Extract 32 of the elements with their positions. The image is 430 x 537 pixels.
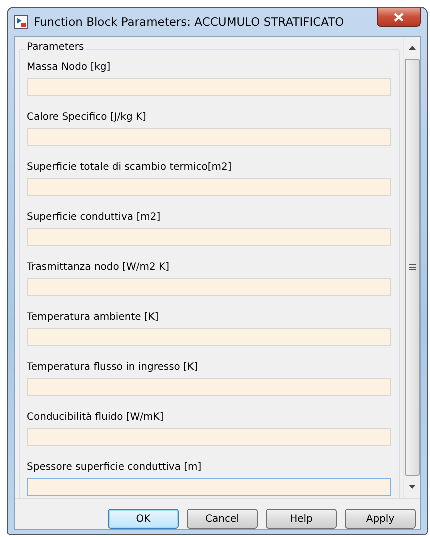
close-icon bbox=[394, 12, 404, 22]
scrollbar[interactable] bbox=[403, 37, 420, 498]
apply-button[interactable]: Apply bbox=[345, 509, 416, 529]
app-icon bbox=[14, 15, 28, 29]
scroll-thumb[interactable] bbox=[404, 59, 420, 476]
grip-icon bbox=[408, 264, 416, 271]
field-label: Calore Specifico [J/kg K] bbox=[27, 112, 148, 123]
field-label: Temperatura flusso in ingresso [K] bbox=[27, 362, 199, 373]
window-title: Function Block Parameters: ACCUMULO STRATIFICATO bbox=[34, 15, 346, 29]
input-field[interactable] bbox=[27, 378, 391, 396]
field-label: Conducibilità fluido [W/mK] bbox=[27, 412, 165, 423]
input-field[interactable] bbox=[27, 78, 391, 96]
field-label: Spessore superficie conduttiva [m] bbox=[27, 462, 203, 473]
field-label: Trasmittanza nodo [W/m2 K] bbox=[27, 262, 170, 273]
scroll-up-icon[interactable] bbox=[408, 46, 416, 50]
help-button[interactable]: Help bbox=[266, 509, 337, 529]
input-field[interactable] bbox=[27, 228, 391, 246]
scroll-down-icon[interactable] bbox=[408, 485, 416, 489]
input-field[interactable] bbox=[27, 278, 391, 296]
input-field[interactable] bbox=[27, 128, 391, 146]
cancel-button[interactable]: Cancel bbox=[187, 509, 258, 529]
field-label: Superficie totale di scambio termico[m2] bbox=[27, 162, 233, 173]
input-field[interactable] bbox=[27, 478, 391, 496]
field-label: Temperatura ambiente [K] bbox=[27, 312, 160, 323]
input-field[interactable] bbox=[27, 428, 391, 446]
close-button[interactable] bbox=[377, 8, 421, 27]
input-field[interactable] bbox=[27, 328, 391, 346]
ok-button[interactable]: OK bbox=[108, 509, 179, 529]
field-label: Superficie conduttiva [m2] bbox=[27, 212, 162, 223]
field-label: Massa Nodo [kg] bbox=[27, 62, 112, 73]
input-field[interactable] bbox=[27, 178, 391, 196]
group-title: Parameters bbox=[25, 42, 86, 53]
